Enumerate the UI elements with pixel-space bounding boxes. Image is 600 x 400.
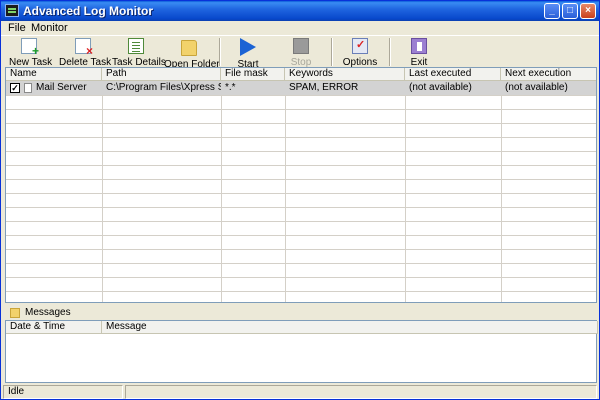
column-header-name[interactable]: Name	[6, 68, 102, 81]
toolbar-separator	[389, 38, 391, 66]
row-divider	[6, 95, 596, 96]
start-button[interactable]: Start	[229, 38, 267, 70]
messages-label: Messages	[25, 307, 71, 318]
row-divider	[6, 179, 596, 180]
stop-icon	[293, 38, 309, 54]
close-button[interactable]: ×	[580, 3, 596, 19]
row-divider	[6, 277, 596, 278]
toolbar-separator	[331, 38, 333, 66]
row-divider	[6, 165, 596, 166]
task-next-execution: (not available)	[505, 82, 568, 93]
maximize-button[interactable]: □	[562, 3, 578, 19]
status-text: Idle	[3, 385, 123, 399]
row-divider	[6, 207, 596, 208]
delete-task-button[interactable]: Delete Task	[59, 38, 111, 68]
task-list-header: Name Path File mask Keywords Last execut…	[6, 68, 596, 81]
menu-bar: File Monitor	[1, 21, 599, 34]
column-header-path[interactable]: Path	[102, 68, 221, 81]
column-header-keywords[interactable]: Keywords	[285, 68, 405, 81]
status-panel-empty	[125, 385, 597, 399]
row-divider	[6, 221, 596, 222]
row-divider	[6, 123, 596, 124]
exit-button[interactable]: Exit	[400, 38, 438, 68]
column-header-date-time[interactable]: Date & Time	[6, 321, 102, 334]
column-divider	[405, 81, 406, 302]
column-divider	[102, 81, 103, 302]
task-list[interactable]: Name Path File mask Keywords Last execut…	[5, 67, 597, 303]
open-folder-button[interactable]: Open Folder	[164, 38, 220, 70]
toolbar-separator	[219, 38, 221, 66]
task-file-mask: *.*	[225, 82, 236, 93]
table-row[interactable]: ✓ Mail Server C:\Program Files\Xpress S.…	[6, 81, 596, 95]
row-divider	[6, 109, 596, 110]
task-path: C:\Program Files\Xpress S...	[106, 82, 221, 93]
messages-icon	[10, 308, 20, 318]
row-divider	[6, 137, 596, 138]
messages-panel-title: Messages	[5, 306, 597, 320]
task-last-executed: (not available)	[409, 82, 472, 93]
stop-button[interactable]: Stop	[282, 38, 320, 68]
menu-monitor[interactable]: Monitor	[31, 22, 68, 34]
row-divider	[6, 291, 596, 292]
column-header-last-executed[interactable]: Last executed	[405, 68, 501, 81]
task-details-button[interactable]: Task Details	[112, 38, 166, 68]
row-divider	[6, 263, 596, 264]
messages-header: Date & Time Message	[6, 321, 598, 334]
options-icon	[352, 38, 368, 54]
new-task-button[interactable]: New Task	[9, 38, 52, 68]
minimize-button[interactable]: _	[544, 3, 560, 19]
column-divider	[285, 81, 286, 302]
messages-list[interactable]: Date & Time Message	[5, 320, 598, 383]
status-bar: Idle	[1, 384, 599, 399]
task-details-icon	[128, 38, 144, 54]
delete-task-icon	[75, 38, 93, 58]
column-divider	[221, 81, 222, 302]
play-icon	[240, 38, 256, 56]
document-icon	[24, 83, 32, 93]
column-header-file-mask[interactable]: File mask	[221, 68, 285, 81]
task-name: Mail Server	[36, 82, 87, 93]
new-task-icon	[21, 38, 39, 58]
app-window: Advanced Log Monitor _ □ × File Monitor …	[0, 0, 600, 400]
column-header-message[interactable]: Message	[102, 321, 598, 334]
task-keywords: SPAM, ERROR	[289, 82, 359, 93]
row-divider	[6, 235, 596, 236]
row-divider	[6, 151, 596, 152]
folder-icon	[181, 40, 197, 56]
menu-file[interactable]: File	[8, 22, 26, 34]
toolbar: New Task Delete Task Task Details Open F…	[1, 35, 599, 70]
row-divider	[6, 249, 596, 250]
app-icon	[5, 4, 19, 17]
options-button[interactable]: Options	[341, 38, 379, 68]
column-header-next-execution[interactable]: Next execution	[501, 68, 596, 81]
title-bar[interactable]: Advanced Log Monitor _ □ ×	[1, 1, 599, 21]
window-title: Advanced Log Monitor	[23, 4, 153, 18]
column-divider	[501, 81, 502, 302]
task-enabled-checkbox[interactable]: ✓	[10, 83, 20, 93]
exit-icon	[411, 38, 427, 54]
row-divider	[6, 193, 596, 194]
